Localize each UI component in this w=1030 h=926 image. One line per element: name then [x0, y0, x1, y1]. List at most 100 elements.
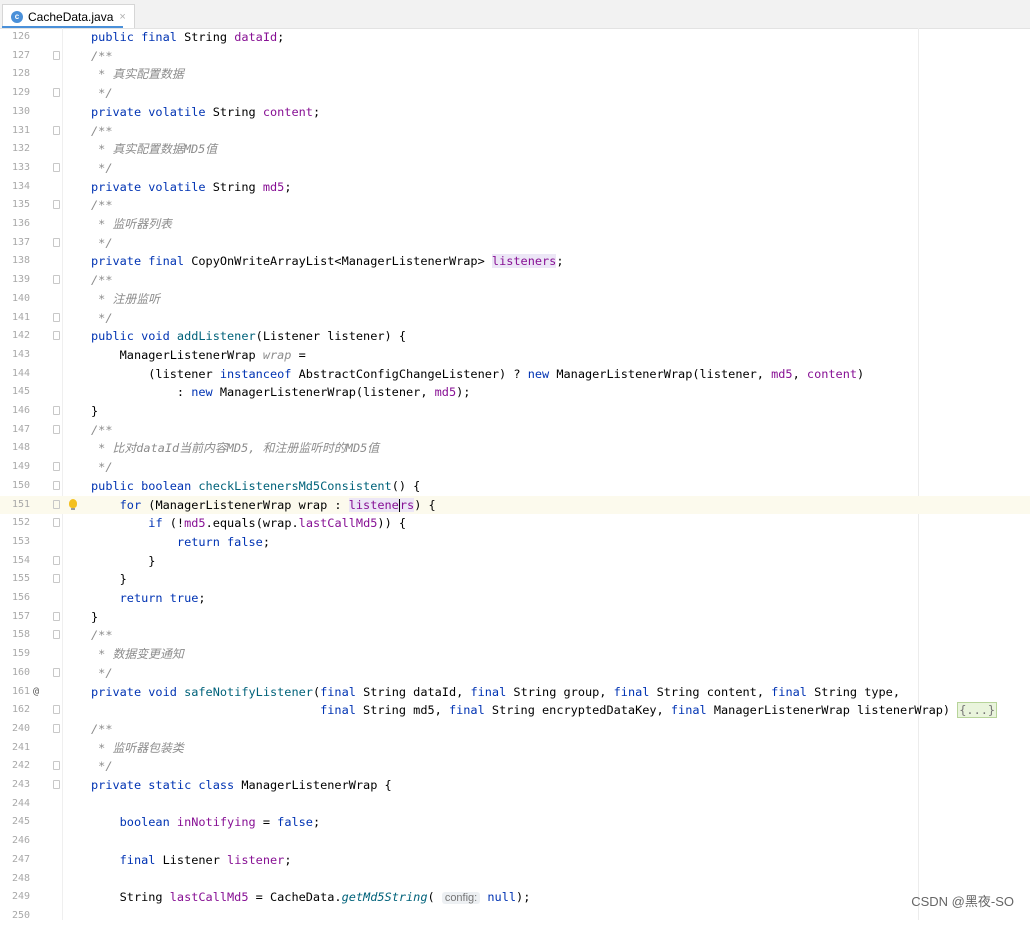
code-line[interactable]: 247 final Listener listener; — [0, 851, 1030, 870]
code-line[interactable]: 134private volatile String md5; — [0, 178, 1030, 197]
code-line[interactable]: 126public final String dataId; — [0, 28, 1030, 47]
lightbulb-icon[interactable] — [69, 499, 77, 508]
code-line[interactable]: 150public boolean checkListenersMd5Consi… — [0, 477, 1030, 496]
code-line[interactable]: 140 * 注册监听 — [0, 290, 1030, 309]
code-line[interactable]: 154 } — [0, 552, 1030, 571]
close-tab-icon[interactable]: × — [119, 11, 125, 23]
fold-marker-icon[interactable] — [53, 761, 60, 770]
fold-marker-icon[interactable] — [53, 556, 60, 565]
code-line[interactable]: 155 } — [0, 570, 1030, 589]
code-line[interactable]: 133 */ — [0, 159, 1030, 178]
code-token: ; — [556, 254, 563, 268]
code-line[interactable]: 241 * 监听器包装类 — [0, 739, 1030, 758]
fold-marker-icon[interactable] — [53, 126, 60, 135]
code-line[interactable]: 141 */ — [0, 309, 1030, 328]
code-token: ManagerListenerWrap(listener, — [220, 385, 435, 399]
fold-marker-icon[interactable] — [53, 200, 60, 209]
code-line[interactable]: 144 (listener instanceof AbstractConfigC… — [0, 365, 1030, 384]
code-line[interactable]: 156 return true; — [0, 589, 1030, 608]
code-line[interactable]: 131/** — [0, 122, 1030, 141]
code-token — [91, 591, 120, 605]
fold-marker-icon[interactable] — [53, 668, 60, 677]
code-token: = — [256, 815, 277, 829]
code-text: * 监听器包装类 — [91, 739, 184, 758]
line-number: 153 — [0, 533, 30, 552]
fold-marker-icon[interactable] — [53, 313, 60, 322]
fold-marker-icon[interactable] — [53, 275, 60, 284]
code-token: * 监听器列表 — [91, 217, 172, 231]
code-line[interactable]: 129 */ — [0, 84, 1030, 103]
code-token: private void — [91, 685, 184, 699]
code-line[interactable]: 243private static class ManagerListenerW… — [0, 776, 1030, 795]
code-line[interactable]: 242 */ — [0, 757, 1030, 776]
code-line[interactable]: 161@private void safeNotifyListener(fina… — [0, 683, 1030, 702]
code-token: rs — [400, 498, 414, 512]
code-token: md5 — [184, 516, 205, 530]
code-token: ; — [277, 30, 284, 44]
code-line[interactable]: 148 * 比对dataId当前内容MD5, 和注册监听时的MD5值 — [0, 439, 1030, 458]
fold-marker-icon[interactable] — [53, 238, 60, 247]
code-line[interactable]: 137 */ — [0, 234, 1030, 253]
code-line[interactable]: 138private final CopyOnWriteArrayList<Ma… — [0, 252, 1030, 271]
fold-marker-icon[interactable] — [53, 481, 60, 490]
code-line[interactable]: 136 * 监听器列表 — [0, 215, 1030, 234]
fold-marker-icon[interactable] — [53, 630, 60, 639]
code-editor[interactable]: 126public final String dataId;127/**128 … — [0, 28, 1030, 920]
code-line[interactable]: 151 for (ManagerListenerWrap wrap : list… — [0, 496, 1030, 515]
code-line[interactable]: 160 */ — [0, 664, 1030, 683]
code-text: * 真实配置数据 — [91, 65, 184, 84]
line-number: 248 — [0, 870, 30, 889]
code-line[interactable]: 142public void addListener(Listener list… — [0, 327, 1030, 346]
fold-marker-icon[interactable] — [53, 612, 60, 621]
code-token: String type, — [814, 685, 900, 699]
code-token: CopyOnWriteArrayList<ManagerListenerWrap… — [191, 254, 492, 268]
code-line[interactable]: 248 — [0, 870, 1030, 889]
code-line[interactable]: 249 String lastCallMd5 = CacheData.getMd… — [0, 888, 1030, 907]
line-number: 146 — [0, 402, 30, 421]
code-token: md5 — [263, 180, 284, 194]
code-line[interactable]: 132 * 真实配置数据MD5值 — [0, 140, 1030, 159]
code-line[interactable]: 240/** — [0, 720, 1030, 739]
code-line[interactable]: 145 : new ManagerListenerWrap(listener, … — [0, 383, 1030, 402]
code-token — [91, 498, 120, 512]
file-tab-title: CacheData.java — [28, 10, 113, 24]
code-line[interactable]: 157} — [0, 608, 1030, 627]
code-line[interactable]: 158/** — [0, 626, 1030, 645]
code-line[interactable]: 152 if (!md5.equals(wrap.lastCallMd5)) { — [0, 514, 1030, 533]
code-line[interactable]: 146} — [0, 402, 1030, 421]
code-line[interactable]: 135/** — [0, 196, 1030, 215]
code-token: /** — [91, 198, 112, 212]
code-line[interactable]: 250 — [0, 907, 1030, 926]
code-line[interactable]: 159 * 数据变更通知 — [0, 645, 1030, 664]
code-line[interactable]: 128 * 真实配置数据 — [0, 65, 1030, 84]
fold-marker-icon[interactable] — [53, 425, 60, 434]
code-line[interactable]: 244 — [0, 795, 1030, 814]
fold-marker-icon[interactable] — [53, 500, 60, 509]
line-number: 149 — [0, 458, 30, 477]
fold-marker-icon[interactable] — [53, 406, 60, 415]
fold-marker-icon[interactable] — [53, 724, 60, 733]
code-line[interactable]: 139/** — [0, 271, 1030, 290]
code-line[interactable]: 149 */ — [0, 458, 1030, 477]
fold-marker-icon[interactable] — [53, 88, 60, 97]
code-line[interactable]: 246 — [0, 832, 1030, 851]
code-line[interactable]: 143 ManagerListenerWrap wrap = — [0, 346, 1030, 365]
code-line[interactable]: 245 boolean inNotifying = false; — [0, 813, 1030, 832]
code-line[interactable]: 162 final String md5, final String encry… — [0, 701, 1030, 720]
fold-marker-icon[interactable] — [53, 518, 60, 527]
fold-marker-icon[interactable] — [53, 574, 60, 583]
fold-marker-icon[interactable] — [53, 51, 60, 60]
override-marker-icon[interactable]: @ — [33, 683, 39, 702]
fold-marker-icon[interactable] — [53, 462, 60, 471]
code-line[interactable]: 153 return false; — [0, 533, 1030, 552]
code-text: private volatile String content; — [91, 103, 320, 122]
code-line[interactable]: 147/** — [0, 421, 1030, 440]
file-tab-cachedata[interactable]: c CacheData.java × — [2, 4, 135, 28]
fold-marker-icon[interactable] — [53, 780, 60, 789]
code-line[interactable]: 130private volatile String content; — [0, 103, 1030, 122]
code-line[interactable]: 127/** — [0, 47, 1030, 66]
fold-marker-icon[interactable] — [53, 163, 60, 172]
folded-code-block[interactable]: {...} — [957, 702, 997, 718]
fold-marker-icon[interactable] — [53, 705, 60, 714]
fold-marker-icon[interactable] — [53, 331, 60, 340]
